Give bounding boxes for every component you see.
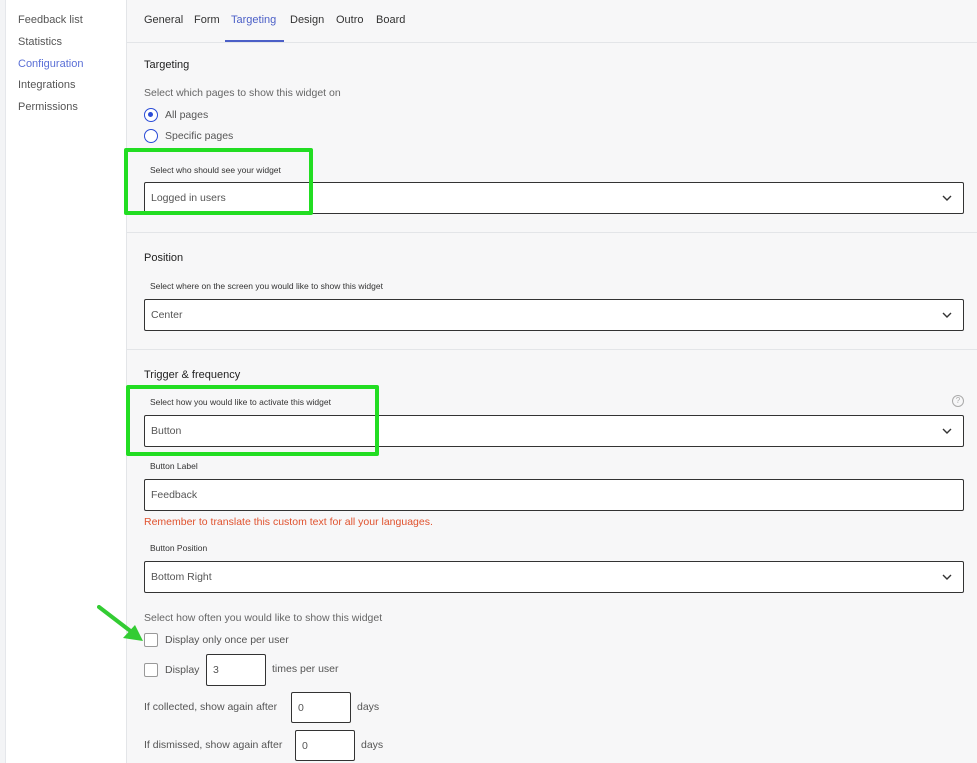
tab-design[interactable]: Design [290,14,324,26]
chevron-down-icon [942,428,952,434]
sidebar-item-configuration[interactable]: Configuration [18,58,83,70]
dismissed-suffix: days [361,739,384,751]
tab-general[interactable]: General [144,14,183,26]
trigger-title: Trigger & frequency [144,369,241,381]
pages-hint: Select which pages to show this widget o… [144,87,341,99]
collected-prefix: If collected, show again after [144,701,278,713]
chevron-down-icon [942,574,952,580]
collected-suffix: days [357,701,380,713]
button-label-input-value: Feedback [151,489,198,501]
sidebar: Feedback list Statistics Configuration I… [6,0,127,763]
display-times-input-value: 3 [213,664,219,676]
radio-specific-pages[interactable]: Specific pages [144,129,233,143]
sidebar-item-permissions[interactable]: Permissions [18,101,78,113]
position-select[interactable]: Center [144,299,964,331]
translate-warning: Remember to translate this custom text f… [144,516,433,528]
radio-all-pages-label: All pages [165,109,209,121]
targeting-title: Targeting [144,59,190,71]
chevron-down-icon [942,195,952,201]
collected-days-input[interactable]: 0 [291,692,351,723]
active-tab-indicator [225,40,284,42]
tab-bar: General Form Targeting Design Outro Boar… [127,0,977,43]
help-icon[interactable]: ? [952,395,964,407]
section-divider [127,232,977,233]
display-times-prefix: Display [165,664,200,676]
button-position-label: Button Position [150,543,208,553]
main-content: General Form Targeting Design Outro Boar… [127,0,977,763]
tab-board[interactable]: Board [376,14,405,26]
radio-button-checked[interactable] [144,108,158,122]
chevron-down-icon [942,312,952,318]
once-per-user-checkbox[interactable] [144,633,158,647]
once-per-user-label: Display only once per user [165,634,289,646]
tab-outro[interactable]: Outro [336,14,364,26]
who-label: Select who should see your widget [150,165,281,175]
activate-select-value: Button [151,425,182,437]
activate-select[interactable]: Button [144,415,964,447]
dismissed-days-input[interactable]: 0 [295,730,355,761]
display-times-suffix: times per user [272,663,339,675]
button-position-select-value: Bottom Right [151,571,212,583]
tab-form[interactable]: Form [194,14,220,26]
display-times-row: Display [144,663,199,677]
collected-days-value: 0 [298,702,304,714]
dismissed-prefix: If dismissed, show again after [144,739,283,751]
button-label-input[interactable]: Feedback [144,479,964,511]
button-label-label: Button Label [150,461,198,471]
frequency-hint: Select how often you would like to show … [144,612,383,624]
display-times-checkbox[interactable] [144,663,158,677]
dismissed-days-value: 0 [302,740,308,752]
who-select-value: Logged in users [151,192,226,204]
sidebar-item-statistics[interactable]: Statistics [18,36,62,48]
position-label: Select where on the screen you would lik… [150,281,383,291]
radio-specific-pages-label: Specific pages [165,130,234,142]
activate-label: Select how you would like to activate th… [150,397,331,407]
once-per-user-row: Display only once per user [144,633,289,647]
sidebar-item-feedback-list[interactable]: Feedback list [18,14,83,26]
radio-button-unchecked[interactable] [144,129,158,143]
tab-targeting[interactable]: Targeting [231,14,276,26]
button-position-select[interactable]: Bottom Right [144,561,964,593]
who-select[interactable]: Logged in users [144,182,964,214]
position-select-value: Center [151,309,183,321]
radio-all-pages[interactable]: All pages [144,108,208,122]
position-title: Position [144,252,184,264]
display-times-input[interactable]: 3 [206,654,266,686]
section-divider [127,349,977,350]
sidebar-item-integrations[interactable]: Integrations [18,79,75,91]
